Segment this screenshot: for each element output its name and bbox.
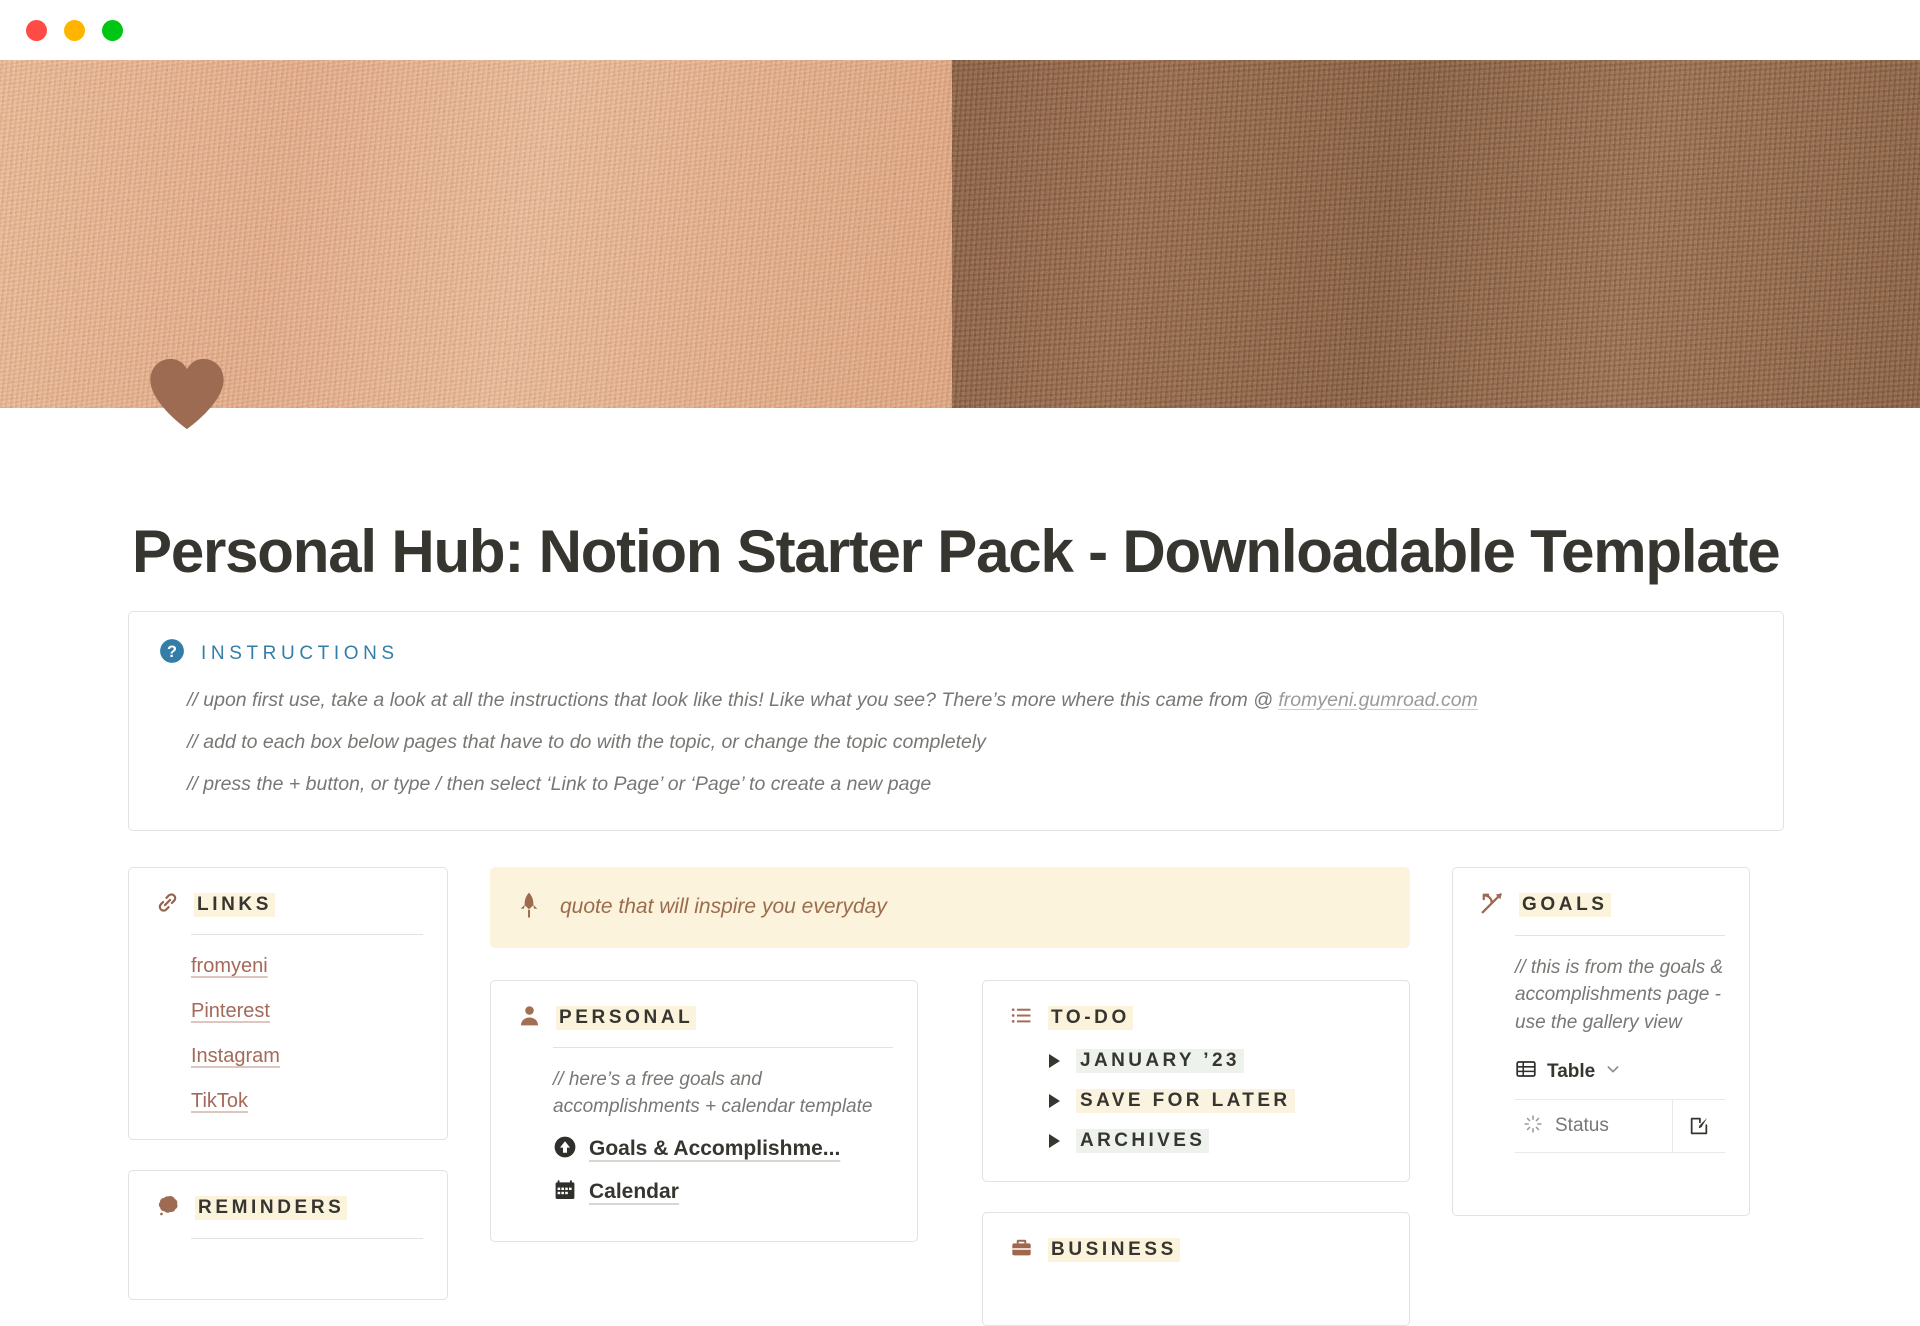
divider xyxy=(553,1046,893,1048)
personal-card: PERSONAL // here’s a free goals and acco… xyxy=(490,979,918,1242)
toggle-january[interactable]: JANUARY ’23 xyxy=(1049,1048,1385,1073)
chevron-down-icon[interactable] xyxy=(1605,1061,1621,1082)
list-item[interactable]: fromyeni xyxy=(191,955,423,978)
table-icon xyxy=(1515,1058,1537,1085)
personal-column: PERSONAL // here’s a free goals and acco… xyxy=(490,979,918,1326)
toggle-label: SAVE FOR LATER xyxy=(1076,1088,1295,1113)
maximize-window-button[interactable] xyxy=(102,19,123,41)
table-header-row: Status xyxy=(1515,1100,1725,1154)
page-content: Personal Hub: Notion Starter Pack - Down… xyxy=(0,520,1920,1326)
status-spinner-icon xyxy=(1523,1114,1543,1139)
list-item[interactable]: Pinterest xyxy=(191,1000,423,1023)
instruction-line-3: // press the + button, or type / then se… xyxy=(187,773,932,796)
instructions-callout: ? INSTRUCTIONS // upon first use, take a… xyxy=(128,611,1784,831)
cover-right-wall xyxy=(952,60,1920,408)
bow-and-arrow-icon xyxy=(1479,890,1505,921)
divider xyxy=(191,1237,423,1239)
table-column-status[interactable]: Status xyxy=(1515,1100,1673,1153)
goals-card: GOALS // this is from the goals & accomp… xyxy=(1452,866,1750,1217)
divider xyxy=(191,933,423,935)
gumroad-link[interactable]: fromyeni.gumroad.com xyxy=(1278,689,1477,711)
question-mark-circle-icon: ? xyxy=(159,638,185,669)
page-link-label: Calendar xyxy=(589,1180,679,1204)
open-page-icon[interactable] xyxy=(1673,1115,1725,1137)
svg-text:?: ? xyxy=(167,643,177,661)
table-column-label: Status xyxy=(1555,1115,1609,1137)
database-view-selector[interactable]: Table xyxy=(1515,1058,1725,1085)
personal-card-header: PERSONAL xyxy=(513,1003,893,1033)
list-item[interactable]: TikTok xyxy=(191,1090,423,1113)
three-column-layout: LINKS fromyeni Pinterest Instagram TikTo… xyxy=(128,866,1792,1326)
left-column: LINKS fromyeni Pinterest Instagram TikTo… xyxy=(128,866,448,1300)
goals-card-header: GOALS xyxy=(1475,890,1725,921)
page-cover-image[interactable] xyxy=(0,60,1920,408)
middle-cards-row: PERSONAL // here’s a free goals and acco… xyxy=(490,979,1410,1326)
instruction-line-2: // add to each box below pages that have… xyxy=(187,731,986,754)
up-arrow-circle-icon xyxy=(553,1135,577,1164)
business-card-header: BUSINESS xyxy=(1005,1235,1385,1265)
brown-blob-icon xyxy=(155,1193,181,1224)
page-link-label: Goals & Accomplishme... xyxy=(589,1137,841,1161)
database-view-label: Table xyxy=(1547,1060,1596,1082)
calendar-icon xyxy=(553,1178,577,1207)
page-link-goals[interactable]: Goals & Accomplishme... xyxy=(553,1135,893,1164)
minimize-window-button[interactable] xyxy=(64,19,85,41)
window-titlebar xyxy=(0,0,1920,60)
reminders-card-header: REMINDERS xyxy=(151,1193,423,1224)
links-card-header: LINKS xyxy=(151,890,423,920)
todo-card-header: TO-DO xyxy=(1005,1003,1385,1033)
links-card-title: LINKS xyxy=(194,892,275,917)
chevron-right-icon[interactable] xyxy=(1049,1093,1060,1108)
instruction-line-1-text: // upon first use, take a look at all th… xyxy=(187,689,1279,711)
middle-column: quote that will inspire you everyday PER… xyxy=(490,866,1410,1326)
goals-card-note: // this is from the goals & accomplishme… xyxy=(1515,956,1724,1033)
rocket-icon xyxy=(516,891,542,924)
reminders-card: REMINDERS xyxy=(128,1169,448,1300)
links-card: LINKS fromyeni Pinterest Instagram TikTo… xyxy=(128,866,448,1140)
personal-card-note: // here’s a free goals and accomplishmen… xyxy=(553,1068,873,1118)
links-list: fromyeni Pinterest Instagram TikTok xyxy=(191,955,423,1113)
business-card-title: BUSINESS xyxy=(1048,1237,1180,1262)
page-link-calendar[interactable]: Calendar xyxy=(553,1178,893,1207)
instruction-line-1: // upon first use, take a look at all th… xyxy=(187,685,1753,715)
traffic-lights xyxy=(26,19,123,41)
todo-column: TO-DO JANUARY ’23 SAVE FOR LATER ARCHIVE… xyxy=(982,979,1410,1326)
list-item[interactable]: Instagram xyxy=(191,1045,423,1068)
goals-card-title: GOALS xyxy=(1519,893,1611,918)
goals-database-table: Status xyxy=(1515,1099,1725,1179)
quote-text: quote that will inspire you everyday xyxy=(560,895,887,919)
heart-icon[interactable] xyxy=(148,358,226,430)
toggle-label: ARCHIVES xyxy=(1076,1128,1210,1153)
todo-card-title: TO-DO xyxy=(1048,1005,1133,1030)
instructions-title: INSTRUCTIONS xyxy=(201,642,399,664)
business-card: BUSINESS xyxy=(982,1211,1410,1326)
toggle-save-for-later[interactable]: SAVE FOR LATER xyxy=(1049,1088,1385,1113)
table-row[interactable] xyxy=(1515,1153,1725,1179)
instructions-callout-header: ? INSTRUCTIONS xyxy=(159,638,1753,669)
toggle-label: JANUARY ’23 xyxy=(1076,1048,1244,1073)
personal-card-title: PERSONAL xyxy=(556,1005,697,1030)
chevron-right-icon[interactable] xyxy=(1049,1053,1060,1068)
link-chain-icon xyxy=(155,890,180,920)
close-window-button[interactable] xyxy=(26,19,47,41)
quote-banner: quote that will inspire you everyday xyxy=(490,866,1410,948)
chevron-right-icon[interactable] xyxy=(1049,1133,1060,1148)
todo-card: TO-DO JANUARY ’23 SAVE FOR LATER ARCHIVE… xyxy=(982,979,1410,1182)
briefcase-icon xyxy=(1009,1235,1034,1265)
cover-left-wall xyxy=(0,60,952,408)
bulleted-list-icon xyxy=(1009,1003,1034,1033)
right-column: GOALS // this is from the goals & accomp… xyxy=(1452,866,1750,1217)
divider xyxy=(1515,934,1725,936)
person-icon xyxy=(517,1003,542,1033)
page-title: Personal Hub: Notion Starter Pack - Down… xyxy=(132,518,1781,585)
toggle-archives[interactable]: ARCHIVES xyxy=(1049,1128,1385,1153)
